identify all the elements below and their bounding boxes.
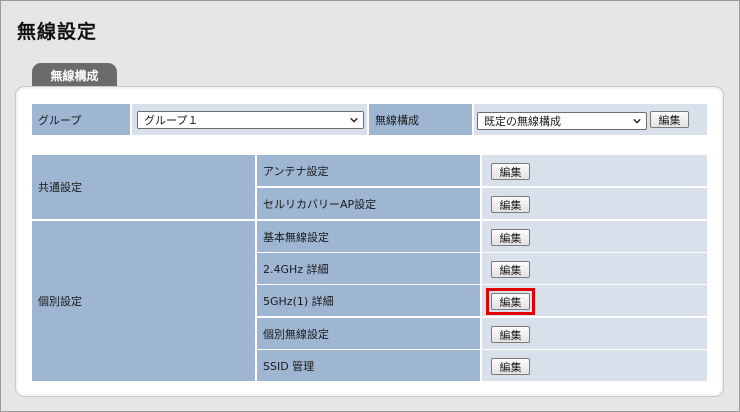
config-edit-button[interactable]: 編集: [650, 111, 689, 128]
row-label-cell-recovery-ap: セルリカバリーAP設定: [257, 188, 480, 219]
edit-2-4ghz-detail-button[interactable]: 編集: [491, 261, 530, 278]
row-label-antenna: アンテナ設定: [257, 155, 480, 186]
group-label: グループ: [32, 104, 130, 135]
row-label-ssid-management: SSID 管理: [257, 350, 480, 381]
config-select-value: 既定の無線構成: [484, 115, 561, 128]
edit-ssid-management-button[interactable]: 編集: [491, 358, 530, 375]
tab-wireless-config[interactable]: 無線構成: [32, 63, 117, 87]
highlight-box: [486, 288, 535, 315]
row-label-5ghz-1-detail: 5GHz(1) 詳細: [257, 285, 480, 316]
edit-individual-wireless-button[interactable]: 編集: [491, 326, 530, 343]
row-label-basic-wireless: 基本無線設定: [257, 221, 480, 252]
config-select[interactable]: 既定の無線構成: [477, 112, 647, 130]
row-label-2-4ghz-detail: 2.4GHz 詳細: [257, 253, 480, 284]
page-title: 無線設定: [17, 21, 98, 43]
edit-basic-wireless-button[interactable]: 編集: [491, 229, 530, 246]
edit-cell-recovery-ap-button[interactable]: 編集: [491, 196, 530, 213]
section-individual-settings: 個別設定: [32, 221, 255, 381]
chevron-down-icon: [633, 118, 641, 124]
chevron-down-icon: [350, 117, 358, 123]
group-select-value: グループ１: [144, 114, 199, 127]
config-label: 無線構成: [369, 104, 472, 135]
edit-antenna-button[interactable]: 編集: [491, 163, 530, 180]
group-select[interactable]: グループ１: [137, 111, 364, 129]
section-common-settings: 共通設定: [32, 155, 255, 219]
row-label-individual-wireless: 個別無線設定: [257, 318, 480, 349]
